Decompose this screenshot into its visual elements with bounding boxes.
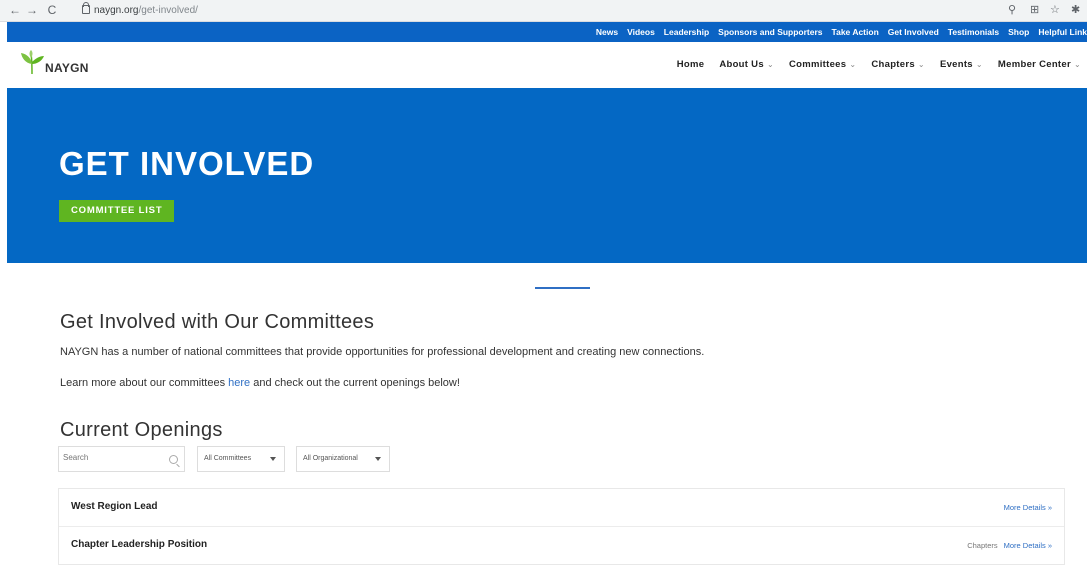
openings-list: West Region Lead More Details » Chapter Le… [58,488,1065,565]
current-openings-heading: Current Openings [60,419,223,441]
opening-row[interactable]: West Region Lead More Details » [59,489,1064,527]
nav-item-label: Events [939,59,973,70]
nav-item[interactable]: About Us ⌄ [719,42,774,88]
utility-nav: News Videos Leadership Sponsors and Support… [7,22,1087,42]
nav-item-label: Member Center [997,59,1071,70]
chevron-down-icon: ⌄ [917,60,925,69]
nav-item[interactable]: Committees ⌄ [789,42,856,88]
opening-category: Chapters [967,541,998,550]
opening-title: Chapter Leadership Position [71,539,208,550]
committee-list-button[interactable]: COMMITTEE LIST [59,200,175,222]
learn-more-prefix: Learn more about our committees [60,377,229,389]
main-nav-list: Home About Us ⌄ Committees ⌄ Chapters ⌄ Events ⌄… [662,42,1081,88]
back-button[interactable]: ← [8,3,22,17]
search-icon[interactable] [169,455,178,464]
caret-down-icon [270,457,276,461]
utility-link[interactable]: Leadership [664,22,709,42]
organizational-filter-value: All Organizational [303,455,358,462]
utility-link[interactable]: Sponsors and Supporters [718,22,822,42]
intro-text: NAYGN has a number of national committee… [60,346,705,358]
committee-filter-value: All Committees [204,455,252,462]
more-details-link[interactable]: More Details » [1004,503,1052,512]
committees-heading: Get Involved with Our Committees [60,311,375,333]
hero-banner: GET INVOLVED COMMITTEE LIST [7,88,1087,263]
chevron-down-icon: ⌄ [849,60,857,69]
url-path: /get-involved/ [138,5,198,16]
utility-link[interactable]: Shop [1008,22,1029,42]
chevron-down-icon: ⌄ [1073,60,1081,69]
utility-link[interactable]: Videos [627,22,655,42]
main-nav: NAYGN Home About Us ⌄ Committees ⌄ Chapters ⌄ E… [7,42,1087,88]
committee-filter-select[interactable]: All Committees [197,446,285,472]
opening-title: West Region Lead [71,501,158,512]
star-icon[interactable]: ☆ [1050,3,1060,17]
openings-search [58,446,185,472]
committees-here-link[interactable]: here [228,377,250,389]
utility-link[interactable]: Helpful Link [1038,22,1087,42]
nav-item-label: About Us [719,59,764,70]
section-divider [535,287,590,289]
nav-item[interactable]: Home [677,42,705,88]
reload-button[interactable]: C [45,3,59,17]
utility-link[interactable]: Take Action [832,22,879,42]
share-icon[interactable]: ⊞ [1030,3,1039,17]
page-title: GET INVOLVED [59,145,315,182]
utility-link[interactable]: News [596,22,618,42]
opening-meta: Chapters More Details » [967,527,1052,564]
browser-toolbar: ← → C naygn.org/get-involved/ ⚲ ⊞ ☆ ✱ [0,0,1087,22]
url-host: naygn.org [94,5,139,16]
search-input[interactable] [63,453,163,462]
nav-item-label: Committees [788,59,847,70]
opening-meta: More Details » [1004,489,1052,526]
nav-item-label: Home [676,59,705,70]
nav-item[interactable]: Member Center ⌄ [998,42,1081,88]
opening-row[interactable]: Chapter Leadership Position Chapters More … [59,527,1064,564]
organizational-filter-select[interactable]: All Organizational [296,446,390,472]
utility-link[interactable]: Get Involved [888,22,939,42]
caret-down-icon [375,457,381,461]
zoom-icon[interactable]: ⚲ [1008,3,1016,17]
address-bar[interactable]: naygn.org/get-involved/ [80,2,970,18]
nav-item-label: Chapters [871,59,915,70]
utility-nav-list: News Videos Leadership Sponsors and Support… [587,22,1087,42]
learn-more-text: Learn more about our committees here and… [60,377,460,389]
leaf-logo-icon [21,50,44,75]
site-logo[interactable]: NAYGN [19,50,129,80]
nav-item[interactable]: Events ⌄ [940,42,983,88]
utility-link[interactable]: Testimonials [948,22,999,42]
forward-button[interactable]: → [25,3,39,17]
chevron-down-icon: ⌄ [766,60,774,69]
lock-icon [82,2,90,14]
extension-icon[interactable]: ✱ [1071,3,1080,17]
nav-item[interactable]: Chapters ⌄ [871,42,925,88]
learn-more-suffix: and check out the current openings below… [250,377,460,389]
chevron-down-icon: ⌄ [975,60,983,69]
more-details-link[interactable]: More Details » [1004,541,1052,550]
logo-text: NAYGN [45,61,89,75]
